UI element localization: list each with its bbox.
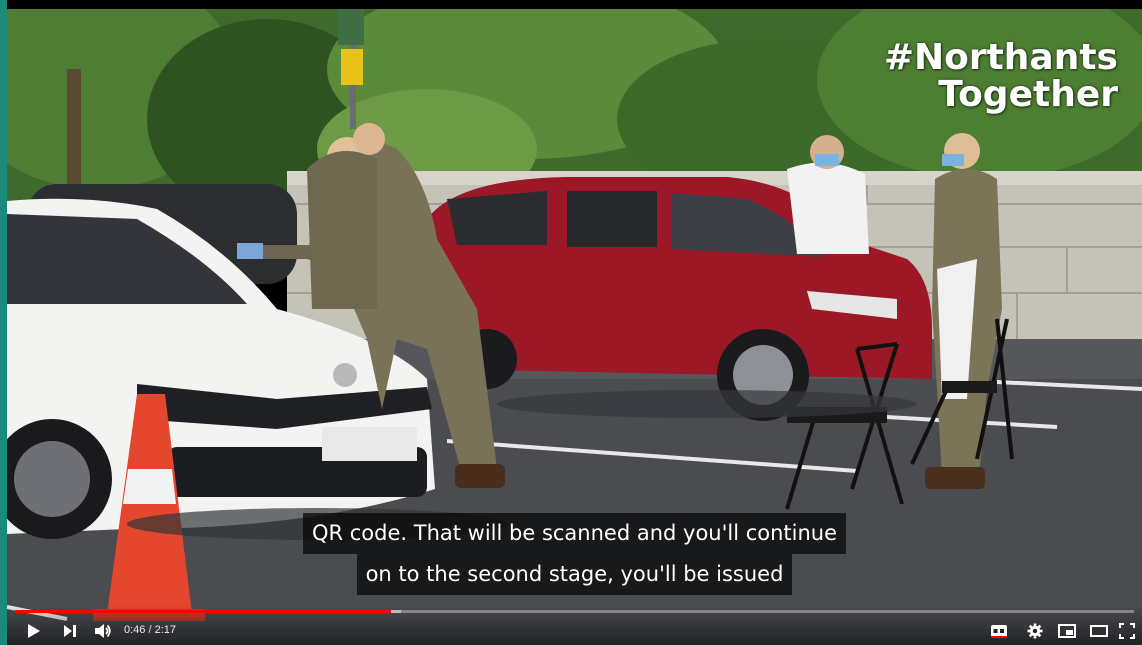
subtitles-icon	[991, 625, 1007, 638]
volume-icon	[95, 624, 111, 638]
duration: 2:17	[154, 624, 177, 636]
caption-line-2: on to the second stage, you'll be issued	[356, 554, 793, 595]
play-button[interactable]	[23, 618, 45, 644]
settings-button[interactable]	[1023, 618, 1047, 644]
control-row: 0:46 / 2:17	[7, 618, 1142, 644]
player-controls: 0:46 / 2:17	[7, 605, 1142, 645]
mute-button[interactable]	[91, 618, 115, 644]
time-separator: /	[148, 624, 152, 636]
next-video-button[interactable]	[59, 618, 81, 644]
northants-together-watermark: #Northants Together	[884, 39, 1118, 113]
hashtag-line-1: #Northants	[883, 37, 1118, 78]
fullscreen-icon	[1119, 623, 1135, 639]
time-display: 0:46 / 2:17	[124, 624, 176, 636]
next-icon	[64, 625, 76, 637]
gear-icon	[1027, 623, 1043, 639]
play-icon	[28, 624, 40, 638]
closed-captions: QR code. That will be scanned and you'll…	[7, 513, 1142, 595]
theater-mode-icon	[1090, 625, 1108, 637]
hashtag-line-2: Together	[938, 74, 1118, 115]
miniplayer-button[interactable]	[1055, 618, 1079, 644]
video-player[interactable]: #Northants Together QR code. That will b…	[0, 0, 1142, 645]
page-accent-stripe	[0, 0, 7, 645]
subtitles-button[interactable]	[987, 618, 1011, 644]
progress-played	[15, 610, 391, 613]
theater-mode-button[interactable]	[1087, 618, 1111, 644]
fullscreen-button[interactable]	[1115, 618, 1139, 644]
miniplayer-icon	[1058, 624, 1076, 638]
progress-bar[interactable]	[15, 610, 1134, 613]
video-frame[interactable]: #Northants Together QR code. That will b…	[7, 9, 1142, 645]
current-time: 0:46	[124, 624, 146, 636]
caption-line-1: QR code. That will be scanned and you'll…	[302, 513, 847, 554]
